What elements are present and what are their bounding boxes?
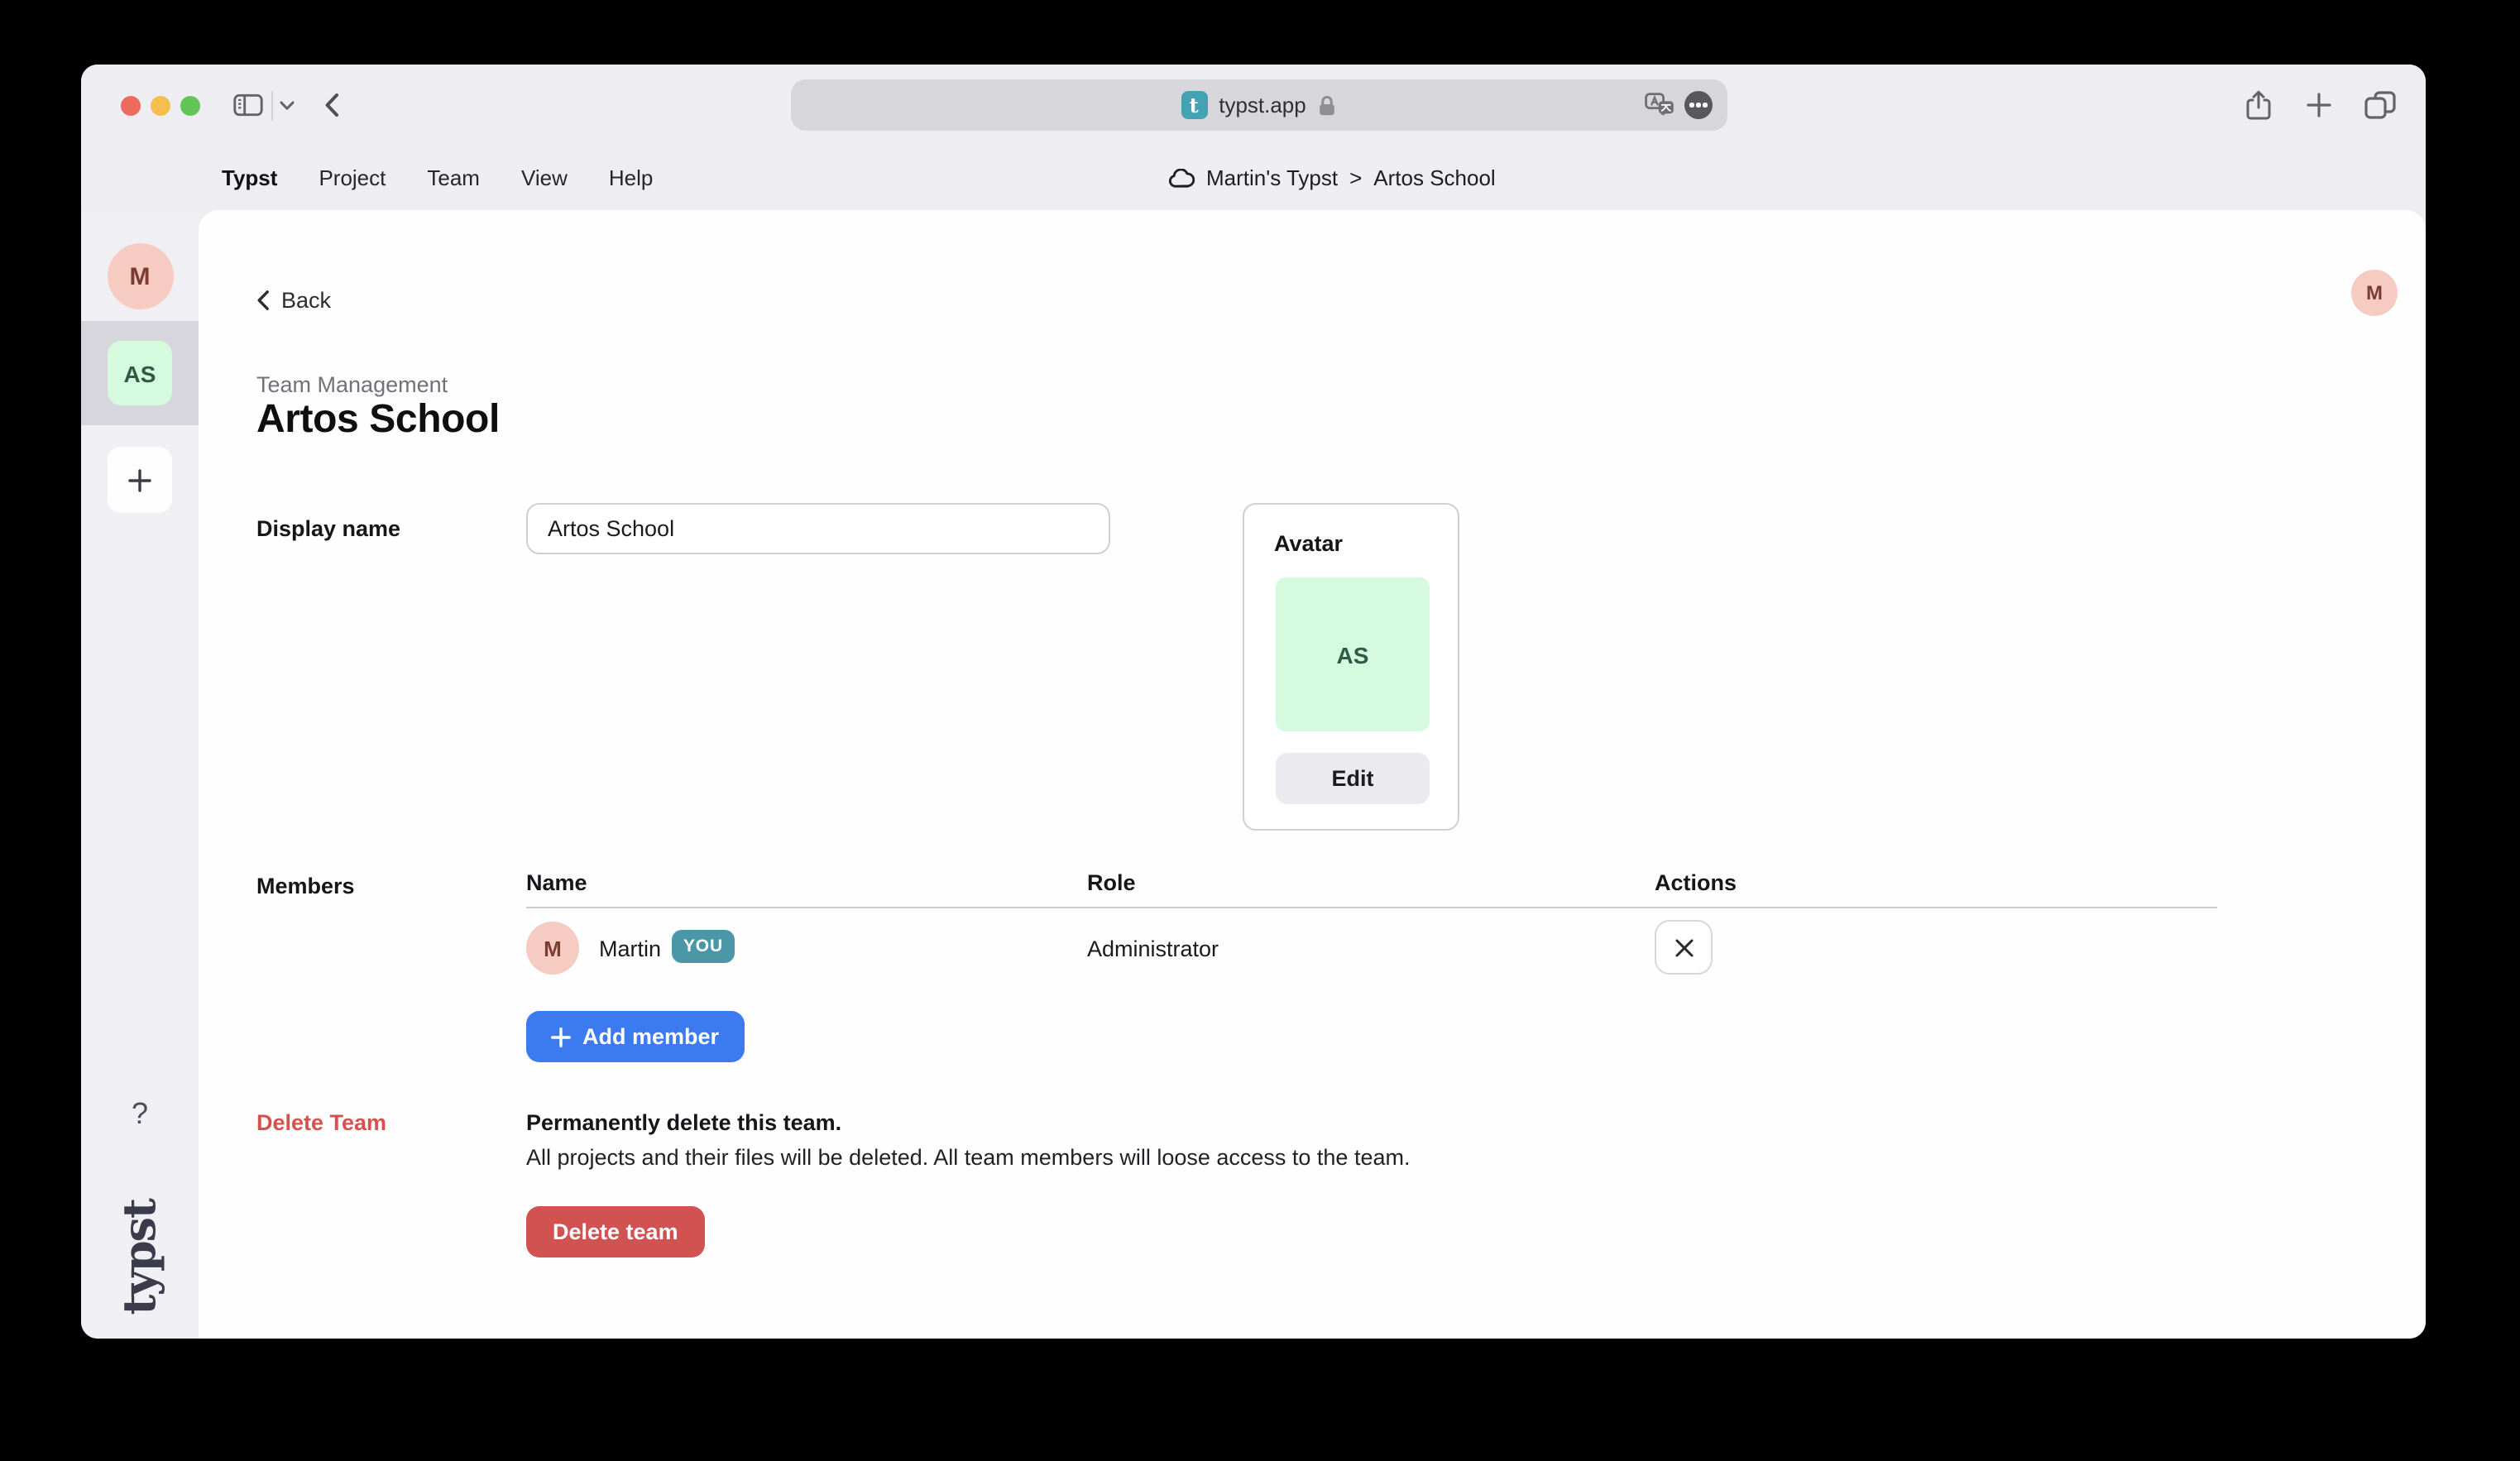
browser-toolbar: t typst.app: [81, 65, 2426, 146]
plus-icon: [551, 1027, 571, 1047]
close-window-button[interactable]: [121, 96, 141, 116]
member-role: Administrator: [1087, 936, 1219, 961]
delete-team-description: All projects and their files will be del…: [526, 1145, 1411, 1170]
more-icon[interactable]: [1684, 91, 1713, 119]
site-favicon: t: [1181, 91, 1207, 119]
sidebar-toggle-icon[interactable]: [233, 65, 263, 146]
zoom-window-button[interactable]: [180, 96, 200, 116]
sidebar-user-avatar[interactable]: M: [107, 243, 173, 309]
column-header-actions: Actions: [1655, 870, 1737, 895]
avatar-card: Avatar AS Edit: [1243, 503, 1459, 831]
cloud-icon: [1168, 168, 1195, 188]
page-title: Artos School: [256, 397, 500, 443]
sidebar-selected-band: AS: [81, 321, 199, 425]
member-name: Martin: [599, 936, 661, 961]
team-management-panel: M Back Team Management Artos School Disp…: [199, 210, 2426, 1339]
add-member-button[interactable]: Add member: [526, 1011, 744, 1062]
help-icon[interactable]: ?: [81, 1097, 199, 1132]
team-avatar-preview: AS: [1276, 577, 1430, 731]
menu-project[interactable]: Project: [319, 165, 386, 190]
menu-team[interactable]: Team: [427, 165, 480, 190]
member-initial: M: [544, 936, 562, 960]
account-initial: M: [2366, 281, 2383, 304]
members-label: Members: [256, 874, 355, 898]
breadcrumb: Martin's Typst > Artos School: [1168, 146, 1496, 210]
sidebar-team-initial: AS: [124, 360, 156, 386]
team-avatar-initials: AS: [1337, 641, 1369, 668]
menu-view[interactable]: View: [521, 165, 568, 190]
lock-icon: [1318, 93, 1338, 117]
back-label: Back: [281, 288, 331, 313]
breadcrumb-current[interactable]: Artos School: [1373, 165, 1495, 190]
translate-icon[interactable]: [1645, 93, 1674, 117]
tab-overview-icon[interactable]: [2364, 65, 2396, 146]
column-header-role: Role: [1087, 870, 1136, 895]
sidebar-add-team-button[interactable]: [108, 447, 172, 513]
remove-member-button[interactable]: [1655, 920, 1713, 975]
favicon-letter: t: [1190, 93, 1199, 117]
nav-back-icon[interactable]: [324, 65, 339, 146]
display-name-label: Display name: [256, 516, 400, 541]
minimize-window-button[interactable]: [151, 96, 170, 116]
table-divider: [526, 907, 2217, 908]
screen: t typst.app: [0, 0, 2520, 1461]
account-avatar[interactable]: M: [2351, 270, 2398, 316]
back-link[interactable]: Back: [256, 288, 331, 313]
site-url: typst.app: [1219, 93, 1306, 117]
team-switcher-sidebar: M AS ? typst: [81, 210, 199, 1339]
menu-typst[interactable]: Typst: [222, 165, 277, 190]
delete-team-heading: Permanently delete this team.: [526, 1110, 841, 1135]
breadcrumb-parent[interactable]: Martin's Typst: [1206, 165, 1338, 190]
display-name-input[interactable]: [526, 503, 1110, 554]
share-icon[interactable]: [2245, 65, 2272, 146]
app-menu-bar: Typst Project Team View Help Martin's Ty…: [81, 146, 2426, 210]
add-member-label: Add member: [582, 1024, 719, 1049]
breadcrumb-separator: >: [1349, 165, 1362, 190]
typst-logo: typst: [114, 1200, 165, 1315]
menu-help[interactable]: Help: [609, 165, 654, 190]
sidebar-team-avatar[interactable]: AS: [108, 341, 172, 405]
toolbar-divider: [271, 91, 273, 121]
column-header-name: Name: [526, 870, 587, 895]
new-tab-icon[interactable]: [2307, 65, 2331, 146]
section-eyebrow: Team Management: [256, 372, 448, 397]
avatar-card-title: Avatar: [1274, 531, 1343, 556]
edit-avatar-button[interactable]: Edit: [1276, 753, 1430, 804]
browser-window: t typst.app: [81, 65, 2426, 1339]
traffic-lights: [121, 96, 200, 116]
chevron-down-icon[interactable]: [280, 65, 295, 146]
sidebar-user-initial: M: [130, 262, 151, 290]
member-avatar: M: [526, 922, 579, 975]
back-chevron-icon: [256, 290, 270, 311]
you-badge: YOU: [672, 930, 735, 963]
delete-team-label: Delete Team: [256, 1110, 386, 1135]
delete-team-button[interactable]: Delete team: [526, 1206, 705, 1257]
address-bar[interactable]: t typst.app: [791, 79, 1727, 131]
close-icon: [1674, 937, 1694, 957]
